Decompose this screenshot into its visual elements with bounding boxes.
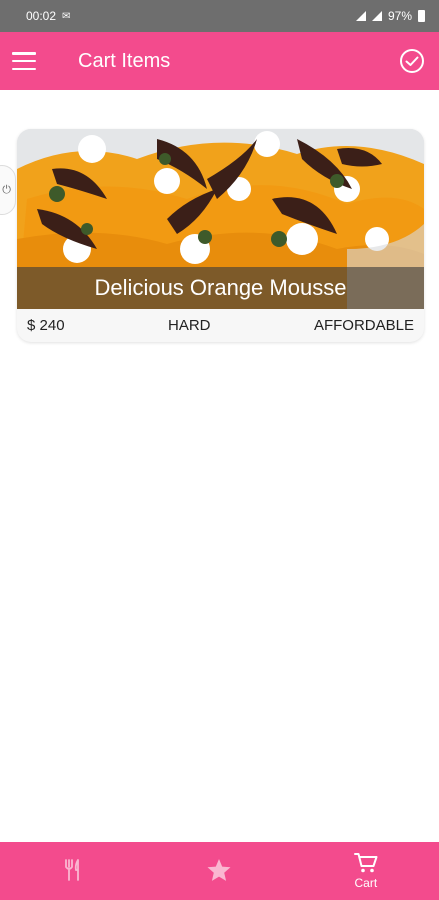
status-time: 00:02: [26, 9, 57, 23]
item-meta: $ 240 HARD AFFORDABLE: [17, 309, 424, 342]
bottom-nav: Cart: [0, 842, 439, 900]
battery-percent: 97%: [387, 9, 412, 23]
status-bar: 00:02 ✉ 97%: [0, 0, 439, 32]
item-affordability: AFFORDABLE: [313, 317, 414, 334]
check-circle-icon[interactable]: [399, 48, 425, 74]
page-title: Cart Items: [78, 49, 171, 72]
item-complexity: HARD: [168, 317, 211, 334]
cart-icon: [353, 853, 378, 873]
title-band: Delicious Orange Mousse: [17, 267, 424, 309]
battery-icon: [418, 10, 425, 22]
dessert-image: Delicious Orange Mousse: [17, 129, 424, 309]
side-handle[interactable]: ⏻: [0, 165, 16, 215]
notification-icon: ✉: [62, 10, 71, 22]
power-icon: ⏻: [2, 183, 11, 196]
app-bar: Cart Items: [0, 32, 439, 90]
tab-favorites[interactable]: [146, 842, 292, 900]
utensils-icon: [65, 859, 80, 881]
signal-icon: [355, 11, 366, 21]
signal-icon-2: [371, 11, 382, 21]
tab-meals[interactable]: [0, 842, 146, 900]
menu-icon[interactable]: [12, 52, 36, 70]
status-icons: 97%: [355, 9, 425, 23]
star-icon: [207, 859, 231, 881]
item-title: Delicious Orange Mousse: [94, 275, 347, 300]
cart-item-card[interactable]: Delicious Orange Mousse $ 240 HARD AFFOR…: [17, 129, 424, 342]
item-price: $ 240: [27, 317, 65, 334]
tab-cart-label: Cart: [354, 876, 378, 890]
tab-cart[interactable]: Cart: [293, 842, 439, 900]
